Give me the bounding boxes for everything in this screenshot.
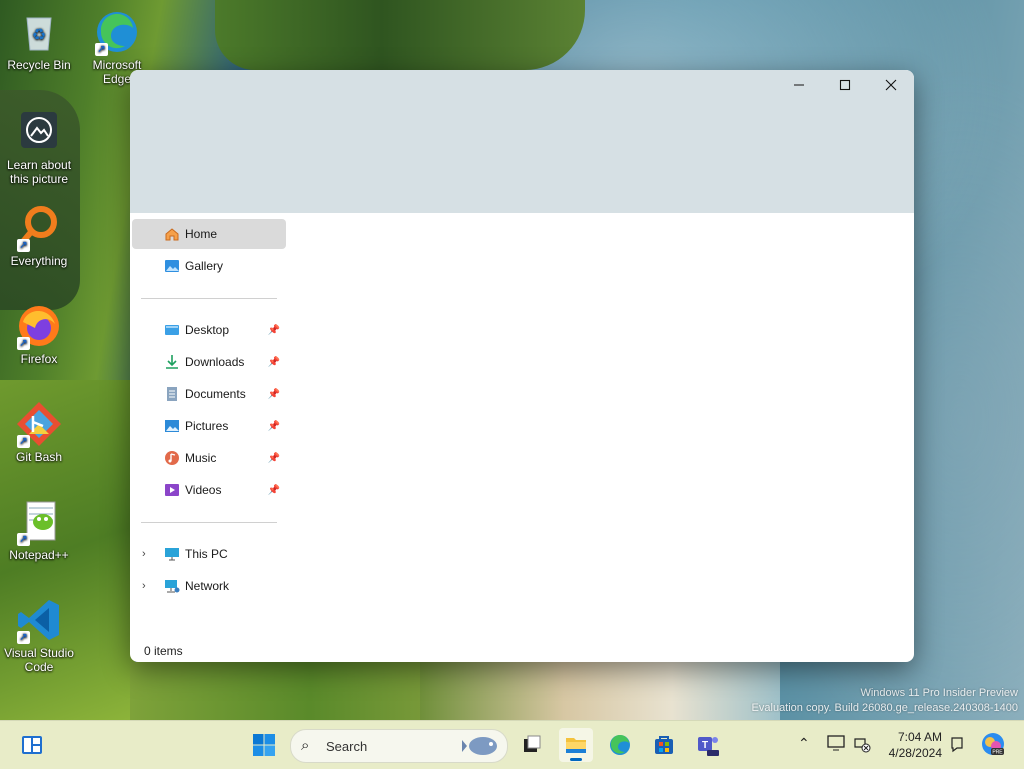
nav-item-documents[interactable]: Documents 📌 xyxy=(132,379,286,409)
svg-text:T: T xyxy=(702,740,708,751)
notification-icon[interactable] xyxy=(948,735,966,753)
shortcut-arrow-icon: ↗ xyxy=(17,533,30,546)
shortcut-arrow-icon: ↗ xyxy=(95,43,108,56)
nav-item-downloads[interactable]: Downloads 📌 xyxy=(132,347,286,377)
desktop-icon-everything[interactable]: ↗ Everything xyxy=(1,204,77,268)
nav-item-gallery[interactable]: Gallery xyxy=(132,251,286,281)
edge-icon xyxy=(610,734,630,755)
minimize-button[interactable] xyxy=(776,70,822,100)
desktop-icon-notepad-plus-plus[interactable]: ↗ Notepad++ xyxy=(1,498,77,562)
chevron-up-icon[interactable]: ⌃ xyxy=(798,735,810,752)
pictures-icon xyxy=(165,420,179,432)
navigation-pane: Home Gallery Desktop 📌 Downloads 📌 Docum… xyxy=(130,213,288,635)
camera-lens-icon xyxy=(15,108,63,156)
pin-icon[interactable]: 📌 xyxy=(268,485,280,496)
desktop-folder-icon xyxy=(165,325,179,335)
taskbar: ⌕ Search T ⌃ 7:04 AM 4/28/2024 PRE xyxy=(0,720,1024,769)
svg-text:PRE: PRE xyxy=(992,750,1003,756)
nav-item-this-pc[interactable]: › This PC xyxy=(132,539,286,569)
file-explorer-icon xyxy=(566,738,586,753)
notepadpp-icon: ↗ xyxy=(15,498,63,546)
videos-icon xyxy=(165,484,179,496)
close-button[interactable] xyxy=(868,70,914,100)
desktop-icon-learn-about-picture[interactable]: Learn about this picture xyxy=(1,108,77,186)
taskbar-clock[interactable]: 7:04 AM 4/28/2024 xyxy=(884,729,942,761)
nav-separator xyxy=(141,298,277,299)
vscode-icon: ↗ xyxy=(15,596,63,644)
nav-item-music[interactable]: Music 📌 xyxy=(132,443,286,473)
maximize-icon xyxy=(839,79,851,91)
status-bar-item-count: 0 items xyxy=(144,644,183,658)
shortcut-arrow-icon: ↗ xyxy=(17,631,30,644)
taskbar-edge[interactable] xyxy=(603,728,637,762)
home-icon xyxy=(165,228,179,241)
nav-item-desktop[interactable]: Desktop 📌 xyxy=(132,315,286,345)
svg-text:♻: ♻ xyxy=(32,27,46,44)
minimize-icon xyxy=(794,84,804,86)
desktop-icon-git-bash[interactable]: ↗ Git Bash xyxy=(1,400,77,464)
start-button[interactable] xyxy=(247,728,281,762)
chevron-right-icon[interactable]: › xyxy=(142,580,146,592)
network-icon xyxy=(165,580,180,593)
desktop-icon-recycle-bin[interactable]: ♻ Recycle Bin xyxy=(1,8,77,72)
recycle-bin-icon: ♻ xyxy=(15,8,63,56)
copilot-icon[interactable]: PRE xyxy=(980,731,1006,757)
taskbar-file-explorer[interactable] xyxy=(559,728,593,762)
maximize-button[interactable] xyxy=(822,70,868,100)
nav-item-pictures[interactable]: Pictures 📌 xyxy=(132,411,286,441)
task-view-icon xyxy=(524,735,541,752)
firefox-icon: ↗ xyxy=(15,302,63,350)
shortcut-arrow-icon: ↗ xyxy=(17,239,30,252)
chevron-right-icon[interactable]: › xyxy=(142,548,146,560)
widgets-icon xyxy=(22,736,42,754)
nav-item-videos[interactable]: Videos 📌 xyxy=(132,475,286,505)
network-disconnected-icon[interactable] xyxy=(853,735,871,753)
start-icon xyxy=(253,734,275,756)
desktop-scenery-beach xyxy=(420,662,780,720)
search-highlight-icon xyxy=(462,737,497,755)
edge-icon: ↗ xyxy=(93,8,141,56)
desktop-scenery-grass xyxy=(130,662,430,720)
close-icon xyxy=(885,79,897,91)
everything-search-icon: ↗ xyxy=(15,204,63,252)
shortcut-arrow-icon: ↗ xyxy=(17,435,30,448)
task-view-button[interactable] xyxy=(515,728,549,762)
nav-separator xyxy=(141,522,277,523)
taskbar-teams[interactable]: T xyxy=(691,728,725,762)
pin-icon[interactable]: 📌 xyxy=(268,453,280,464)
documents-icon xyxy=(167,387,177,401)
download-icon xyxy=(166,355,178,369)
display-icon[interactable] xyxy=(827,734,845,752)
windows-watermark: Windows 11 Pro Insider Preview Evaluatio… xyxy=(751,687,1018,714)
desktop-icon-firefox[interactable]: ↗ Firefox xyxy=(1,302,77,366)
nav-item-home[interactable]: Home xyxy=(132,219,286,249)
gallery-icon xyxy=(165,260,179,272)
this-pc-icon xyxy=(165,548,179,561)
desktop-scenery-cliff-top xyxy=(215,0,585,70)
pin-icon[interactable]: 📌 xyxy=(268,421,280,432)
pin-icon[interactable]: 📌 xyxy=(268,389,280,400)
pin-icon[interactable]: 📌 xyxy=(268,357,280,368)
shortcut-arrow-icon: ↗ xyxy=(17,337,30,350)
pin-icon[interactable]: 📌 xyxy=(268,325,280,336)
nav-item-network[interactable]: › Network xyxy=(132,571,286,601)
taskbar-store[interactable] xyxy=(647,728,681,762)
widgets-button[interactable] xyxy=(15,728,49,762)
desktop-icon-vscode[interactable]: ↗ Visual Studio Code xyxy=(1,596,77,674)
git-bash-icon: ↗ xyxy=(15,400,63,448)
music-icon xyxy=(165,451,179,465)
teams-icon: T xyxy=(698,737,719,756)
file-explorer-window[interactable]: Home Gallery Desktop 📌 Downloads 📌 Docum… xyxy=(130,70,914,662)
search-icon: ⌕ xyxy=(301,737,310,754)
store-icon xyxy=(655,736,673,754)
taskbar-search-box[interactable]: ⌕ Search xyxy=(290,729,508,763)
